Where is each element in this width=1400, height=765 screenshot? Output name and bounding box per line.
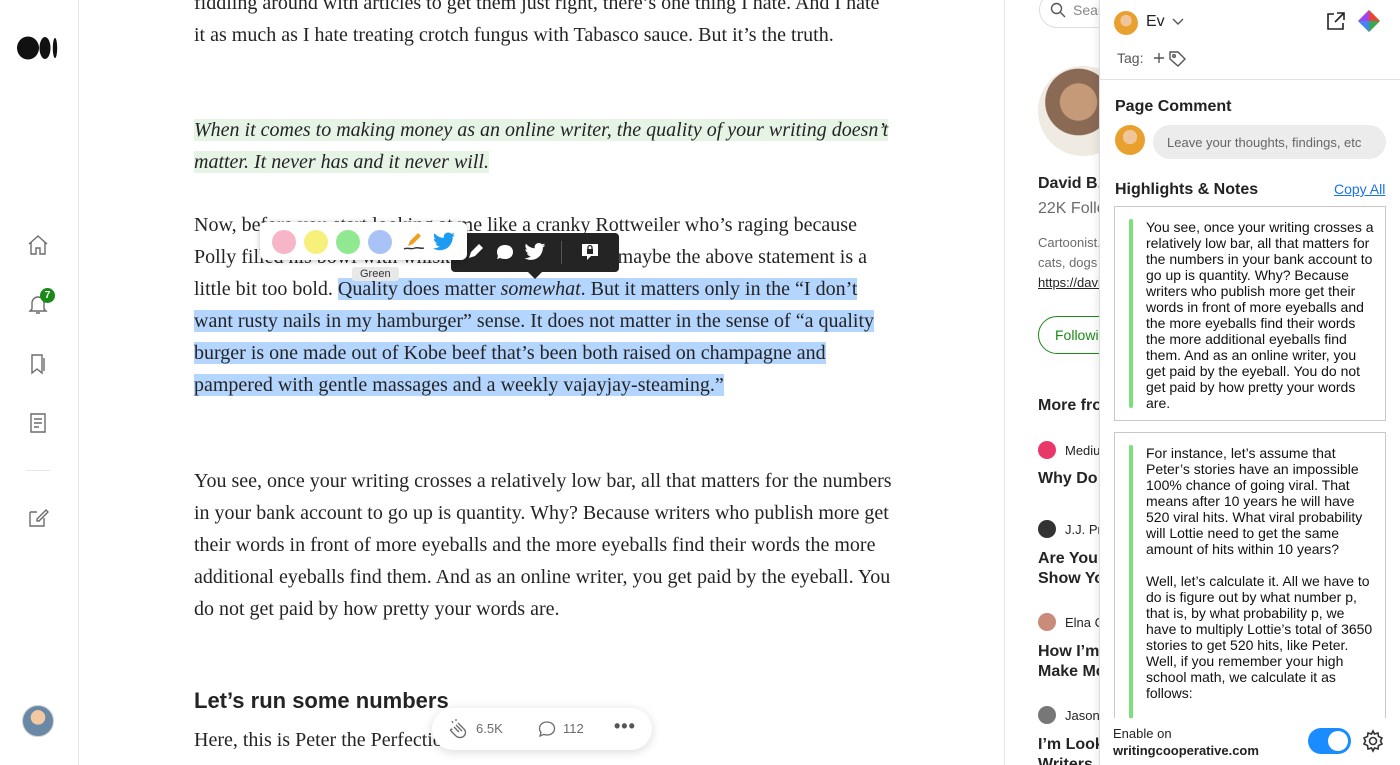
- toolbar-divider: [561, 241, 562, 264]
- article-pullquote: When it comes to making money as an onli…: [194, 114, 894, 178]
- story-source[interactable]: Jason: [1065, 708, 1100, 723]
- author-photo[interactable]: [1038, 66, 1104, 156]
- enable-text: Enable on: [1113, 726, 1172, 741]
- bookmarks-icon[interactable]: [26, 352, 50, 376]
- author-bio: cats, dogs: [1038, 255, 1098, 270]
- private-note-icon[interactable]: [579, 242, 601, 262]
- highlights-notes-title: Highlights & Notes: [1115, 181, 1259, 198]
- engagement-bar: 6.5K 112 •••: [432, 708, 652, 750]
- highlighter-extension-panel: Ev Tag: Page Comment Highlights & Notes …: [1099, 0, 1400, 765]
- page-comment-input[interactable]: [1153, 125, 1386, 159]
- story-title[interactable]: I’m Look: [1038, 736, 1104, 754]
- home-icon[interactable]: [26, 233, 50, 257]
- enable-label: Enable on writingcooperative.com: [1113, 725, 1259, 759]
- pen-icon[interactable]: [465, 242, 485, 262]
- story-title[interactable]: Are You: [1038, 550, 1098, 568]
- respond-icon[interactable]: [495, 242, 515, 262]
- blue-color-swatch[interactable]: [368, 230, 392, 254]
- author-link[interactable]: https://davidb: [1038, 275, 1104, 290]
- comment-count: 112: [563, 721, 584, 736]
- green-highlight[interactable]: When it comes to making money as an onli…: [194, 119, 889, 173]
- clap-icon[interactable]: [448, 718, 470, 740]
- medium-selection-toolbar: [451, 233, 619, 279]
- story-title[interactable]: Make Mo: [1038, 663, 1104, 681]
- twitter-share-icon[interactable]: [525, 242, 547, 262]
- highlight-color-bar: [1129, 219, 1133, 408]
- article-paragraph: You see, once your writing crosses a rel…: [194, 470, 892, 620]
- more-options-icon[interactable]: •••: [614, 716, 636, 737]
- share-icon[interactable]: [1325, 10, 1347, 32]
- story-title[interactable]: Why Do: [1038, 470, 1098, 488]
- following-button[interactable]: Following: [1038, 316, 1104, 354]
- site-domain: writingcooperative.com: [1113, 743, 1259, 758]
- chevron-down-icon[interactable]: [1172, 17, 1184, 27]
- copy-all-link[interactable]: Copy All: [1334, 181, 1385, 197]
- highlight-color-picker: [260, 222, 467, 260]
- page-comment-title: Page Comment: [1115, 98, 1232, 115]
- highlight-text: You see, once your writing crosses a rel…: [1115, 207, 1385, 423]
- highlight-paragraph: Well, let’s calculate it. All we have to…: [1146, 573, 1373, 701]
- extension-logo-icon[interactable]: [1356, 8, 1382, 34]
- story-title[interactable]: How I’m: [1038, 643, 1099, 661]
- clap-count: 6.5K: [476, 721, 503, 736]
- medium-logo-icon[interactable]: [17, 36, 59, 60]
- notification-count-badge: 7: [40, 288, 55, 303]
- annotate-pen-icon[interactable]: [403, 231, 425, 251]
- article-paragraph: fiddling around with articles to get the…: [194, 0, 880, 46]
- follower-count: 22K Followers: [1038, 200, 1104, 217]
- yellow-color-swatch[interactable]: [304, 230, 328, 254]
- highlight-text: For instance, let’s assume that Peter’s …: [1115, 433, 1385, 713]
- write-icon[interactable]: [26, 506, 50, 530]
- extension-user-avatar[interactable]: [1114, 11, 1138, 35]
- settings-gear-icon[interactable]: [1361, 729, 1385, 753]
- comment-icon[interactable]: [538, 720, 556, 738]
- more-from-heading: More from Medium: [1038, 397, 1104, 414]
- color-tooltip: Green: [352, 267, 399, 281]
- selected-text: Quality does matter: [337, 278, 501, 300]
- extension-header: Ev Tag:: [1100, 0, 1400, 80]
- highlight-note-card[interactable]: You see, once your writing crosses a rel…: [1114, 206, 1386, 421]
- add-tag-icon[interactable]: [1153, 48, 1187, 68]
- user-avatar[interactable]: [22, 705, 54, 737]
- search-box[interactable]: Search: [1039, 0, 1104, 28]
- author-name[interactable]: David B.: [1038, 175, 1102, 193]
- highlight-note-card[interactable]: For instance, let’s assume that Peter’s …: [1114, 432, 1386, 752]
- story-title[interactable]: Show Yo: [1038, 570, 1104, 588]
- twitter-icon[interactable]: [432, 232, 456, 252]
- tag-label: Tag:: [1117, 50, 1144, 66]
- left-rail: 7: [0, 0, 79, 765]
- author-bio: Cartoonist. Writes about: [1038, 235, 1104, 250]
- pink-color-swatch[interactable]: [272, 230, 296, 254]
- author-avatar-icon: [1038, 520, 1056, 538]
- highlight-paragraph: You see, once your writing crosses a rel…: [1146, 219, 1374, 411]
- story-title[interactable]: Writers: [1038, 756, 1093, 765]
- medium-source-icon: [1038, 441, 1056, 459]
- extension-user-name[interactable]: Ev: [1146, 13, 1165, 31]
- extension-footer: Enable on writingcooperative.com: [1100, 718, 1400, 765]
- search-icon: [1050, 2, 1066, 18]
- highlight-color-bar: [1129, 445, 1133, 739]
- selected-text-italic: somewhat: [500, 278, 581, 300]
- green-color-swatch[interactable]: [336, 230, 360, 254]
- comment-user-avatar: [1115, 125, 1145, 155]
- rail-divider: [26, 470, 50, 471]
- stories-icon[interactable]: [26, 411, 50, 435]
- author-avatar-icon: [1038, 613, 1056, 631]
- enable-site-toggle[interactable]: [1308, 728, 1351, 754]
- highlight-paragraph: For instance, let’s assume that Peter’s …: [1146, 445, 1363, 557]
- right-sidebar: Search David B. 22K Followers Cartoonist…: [1004, 0, 1104, 765]
- section-heading: Let’s run some numbers: [194, 688, 449, 713]
- author-avatar-icon: [1038, 706, 1056, 724]
